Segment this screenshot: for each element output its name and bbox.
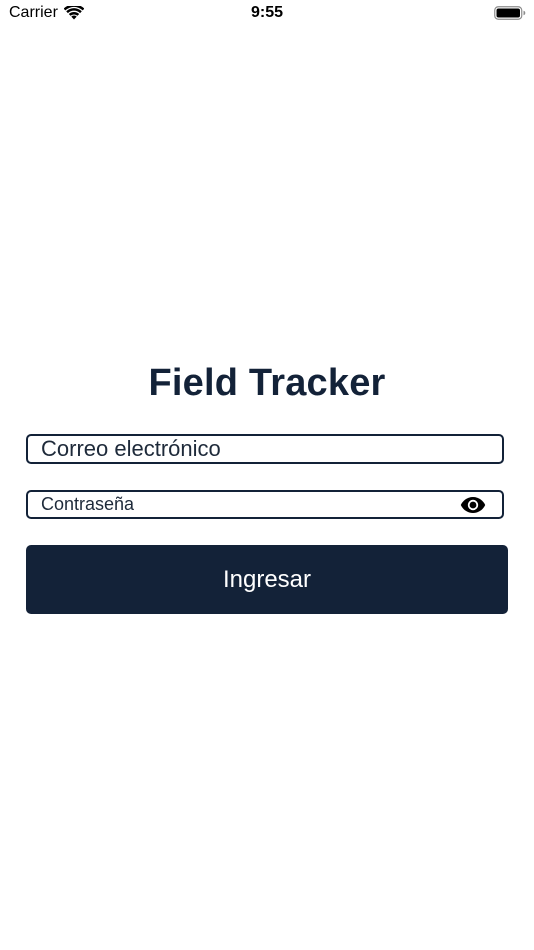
- password-field-container: [26, 490, 504, 519]
- status-bar: Carrier 9:55: [0, 0, 534, 28]
- app-title: Field Tracker: [148, 362, 386, 404]
- email-field-container: [26, 434, 504, 464]
- eye-icon[interactable]: [460, 496, 486, 514]
- battery-icon: [494, 6, 526, 20]
- password-input[interactable]: [28, 492, 502, 517]
- status-time: 9:55: [250, 4, 284, 21]
- login-button[interactable]: Ingresar: [26, 545, 508, 614]
- login-screen: Carrier 9:55 Field Tracker Ingresar: [0, 0, 534, 950]
- email-input[interactable]: [28, 436, 502, 462]
